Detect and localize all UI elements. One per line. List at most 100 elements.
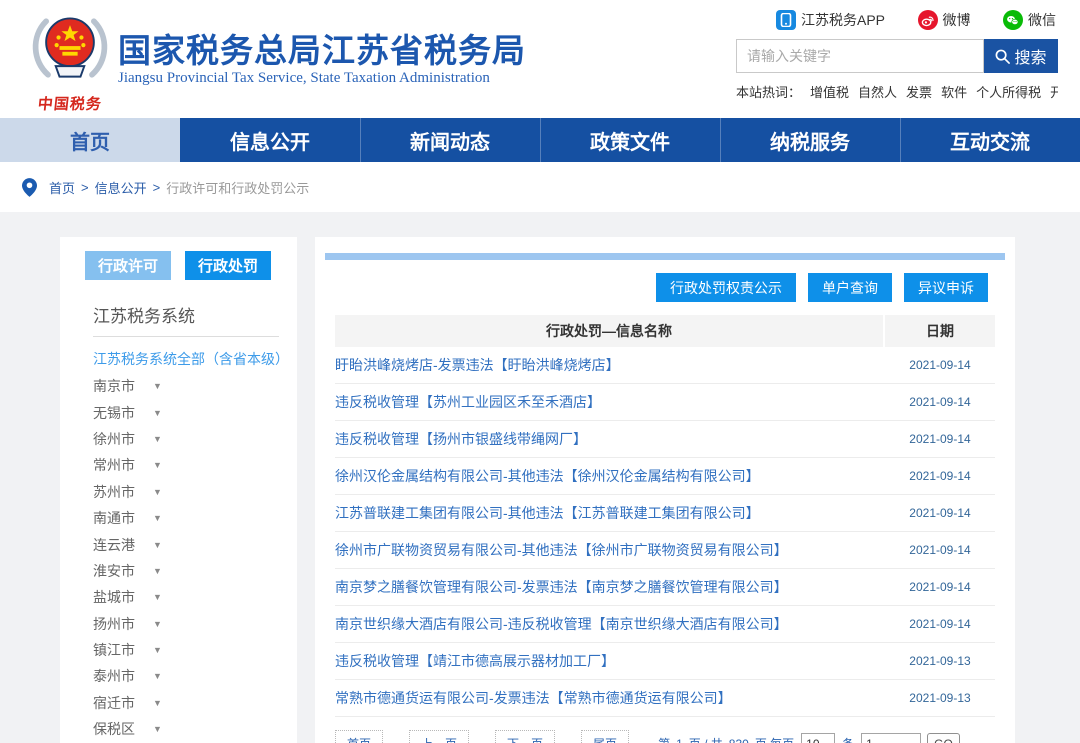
prev-page-button[interactable]: 上一页 [409,730,469,743]
table-row: 江苏普联建工集团有限公司-其他违法【江苏普联建工集团有限公司】2021-09-1… [335,495,995,532]
city-item-taizhou[interactable]: 泰州市▼ [93,663,297,689]
hot-word-link[interactable]: 发票 [906,85,932,100]
tab-admin-license[interactable]: 行政许可 [85,251,171,280]
single-household-query-button[interactable]: 单户查询 [808,273,892,302]
last-page-button[interactable]: 尾页 [581,730,629,743]
sidebar-all-link[interactable]: 江苏税务系统全部（含省本级） [93,349,297,369]
sidebar-section-title: 江苏税务系统 [93,302,279,337]
hot-word-link[interactable]: 增值税 [810,85,849,100]
row-link[interactable]: 违反税收管理【苏州工业园区禾至禾酒店】 [335,392,885,412]
header-right: 江苏税务APP 微博 微信 搜索 本站热词： 增值税 [736,8,1058,101]
city-item-lianyungang[interactable]: 连云港▼ [93,531,297,557]
row-link[interactable]: 徐州市广联物资贸易有限公司-其他违法【徐州市广联物资贸易有限公司】 [335,540,885,560]
tab-admin-penalty[interactable]: 行政处罚 [185,251,271,280]
search-button[interactable]: 搜索 [984,39,1058,73]
nav-item-news[interactable]: 新闻动态 [360,118,540,162]
city-label: 淮安市 [93,561,135,581]
chevron-down-icon: ▼ [153,513,162,523]
city-label: 镇江市 [93,640,135,660]
city-label: 保税区 [93,719,135,739]
city-item-nantong[interactable]: 南通市 ▼ [93,505,297,531]
pagination: 首页 上一页 下一页 尾页 第 1 页 / 共 830 页 每页 条 GO [335,730,1015,743]
hot-word-link[interactable]: 个人所得税 [976,85,1041,100]
first-page-button[interactable]: 首页 [335,730,383,743]
nav-item-interaction[interactable]: 互动交流 [900,118,1080,162]
nav-item-tax-service[interactable]: 纳税服务 [720,118,900,162]
penalty-duty-disclosure-button[interactable]: 行政处罚权责公示 [656,273,796,302]
crumb-info-disclosure[interactable]: 信息公开 [95,178,147,197]
crumb-home[interactable]: 首页 [49,178,75,197]
chevron-down-icon: ▼ [153,671,162,681]
goto-page-input[interactable] [861,733,921,743]
nav-item-policy[interactable]: 政策文件 [540,118,720,162]
city-label: 徐州市 [93,429,135,449]
city-label: 南京市 [93,376,135,396]
table-header: 行政处罚—信息名称 日期 [335,315,995,347]
table-header-date: 日期 [885,315,995,347]
city-item-zhenjiang[interactable]: 镇江市▼ [93,637,297,663]
city-item-huaian[interactable]: 淮安市▼ [93,558,297,584]
row-date: 2021-09-14 [885,580,995,594]
table-row: 南京梦之膳餐饮管理有限公司-发票违法【南京梦之膳餐饮管理有限公司】2021-09… [335,569,995,606]
row-link[interactable]: 常熟市德通货运有限公司-发票违法【常熟市德通货运有限公司】 [335,688,885,708]
logo-caption: 中国税务 [23,93,117,114]
nav-item-info-disclosure[interactable]: 信息公开 [180,118,360,162]
row-date: 2021-09-14 [885,506,995,520]
city-item-wuxi[interactable]: 无锡市 ▼ [93,399,297,425]
city-label: 无锡市 [93,403,135,423]
decorative-strip [325,253,1005,260]
row-link[interactable]: 违反税收管理【靖江市德高展示器材加工厂】 [335,651,885,671]
city-label: 南通市 [93,508,135,528]
go-button[interactable]: GO [927,733,960,743]
hot-word-link[interactable]: 开 [1050,85,1058,100]
wechat-icon [1003,10,1023,30]
unit-label: 条 [842,735,854,743]
row-date: 2021-09-14 [885,432,995,446]
hot-words: 本站热词： 增值税自然人发票软件个人所得税开 [736,82,1058,101]
search-bar: 搜索 [736,39,1058,73]
table-row: 盱眙洪峰烧烤店-发票违法【盱眙洪峰烧烤店】2021-09-14 [335,347,995,384]
row-date: 2021-09-14 [885,358,995,372]
row-link[interactable]: 徐州汉伦金属结构有限公司-其他违法【徐州汉伦金属结构有限公司】 [335,466,885,486]
city-item-suzhou[interactable]: 苏州市▼ [93,479,297,505]
site-logo: 中国税务 [24,6,116,114]
city-item-yangzhou[interactable]: 扬州市▼ [93,611,297,637]
content-area: 行政许可 行政处罚 江苏税务系统 江苏税务系统全部（含省本级） 南京市▼ 无锡市… [0,212,1080,743]
search-input[interactable] [736,39,984,73]
row-link[interactable]: 盱眙洪峰烧烤店-发票违法【盱眙洪峰烧烤店】 [335,355,885,375]
hot-word-link[interactable]: 自然人 [858,85,897,100]
row-date: 2021-09-13 [885,691,995,705]
city-item-xuzhou[interactable]: 徐州市▼ [93,426,297,452]
nav-item-home[interactable]: 首页 [0,118,180,162]
hot-word-link[interactable]: 软件 [941,85,967,100]
wechat-link[interactable]: 微信 [1003,10,1056,30]
next-page-button[interactable]: 下一页 [495,730,555,743]
objection-appeal-button[interactable]: 异议申诉 [904,273,988,302]
location-pin-icon [22,178,37,197]
row-link[interactable]: 南京世织缘大酒店有限公司-违反税收管理【南京世织缘大酒店有限公司】 [335,614,885,634]
row-link[interactable]: 违反税收管理【扬州市银盛线带绳网厂】 [335,429,885,449]
app-link[interactable]: 江苏税务APP [776,10,885,30]
per-page-label: 页 每页 [755,735,794,743]
per-page-input[interactable] [801,733,835,743]
row-date: 2021-09-14 [885,395,995,409]
weibo-link-label: 微博 [943,10,971,30]
row-link[interactable]: 南京梦之膳餐饮管理有限公司-发票违法【南京梦之膳餐饮管理有限公司】 [335,577,885,597]
city-label: 扬州市 [93,614,135,634]
chevron-down-icon: ▼ [153,540,162,550]
city-item-suqian[interactable]: 宿迁市▼ [93,690,297,716]
table-row: 违反税收管理【苏州工业园区禾至禾酒店】2021-09-14 [335,384,995,421]
quick-links: 江苏税务APP 微博 微信 [736,8,1058,30]
row-link[interactable]: 江苏普联建工集团有限公司-其他违法【江苏普联建工集团有限公司】 [335,503,885,523]
table-row: 徐州市广联物资贸易有限公司-其他违法【徐州市广联物资贸易有限公司】2021-09… [335,532,995,569]
weibo-link[interactable]: 微博 [918,10,971,30]
city-item-yancheng[interactable]: 盐城市▼ [93,584,297,610]
city-item-nanjing[interactable]: 南京市▼ [93,373,297,399]
chevron-down-icon: ▼ [153,408,162,418]
hot-words-label: 本站热词： [736,85,801,100]
city-item-baoshuiqu[interactable]: 保税区▼ [93,716,297,742]
city-label: 常州市 [93,455,135,475]
crumb-current: 行政许可和行政处罚公示 [166,178,309,197]
city-item-changzhou[interactable]: 常州市▼ [93,452,297,478]
table-header-name: 行政处罚—信息名称 [335,315,883,347]
